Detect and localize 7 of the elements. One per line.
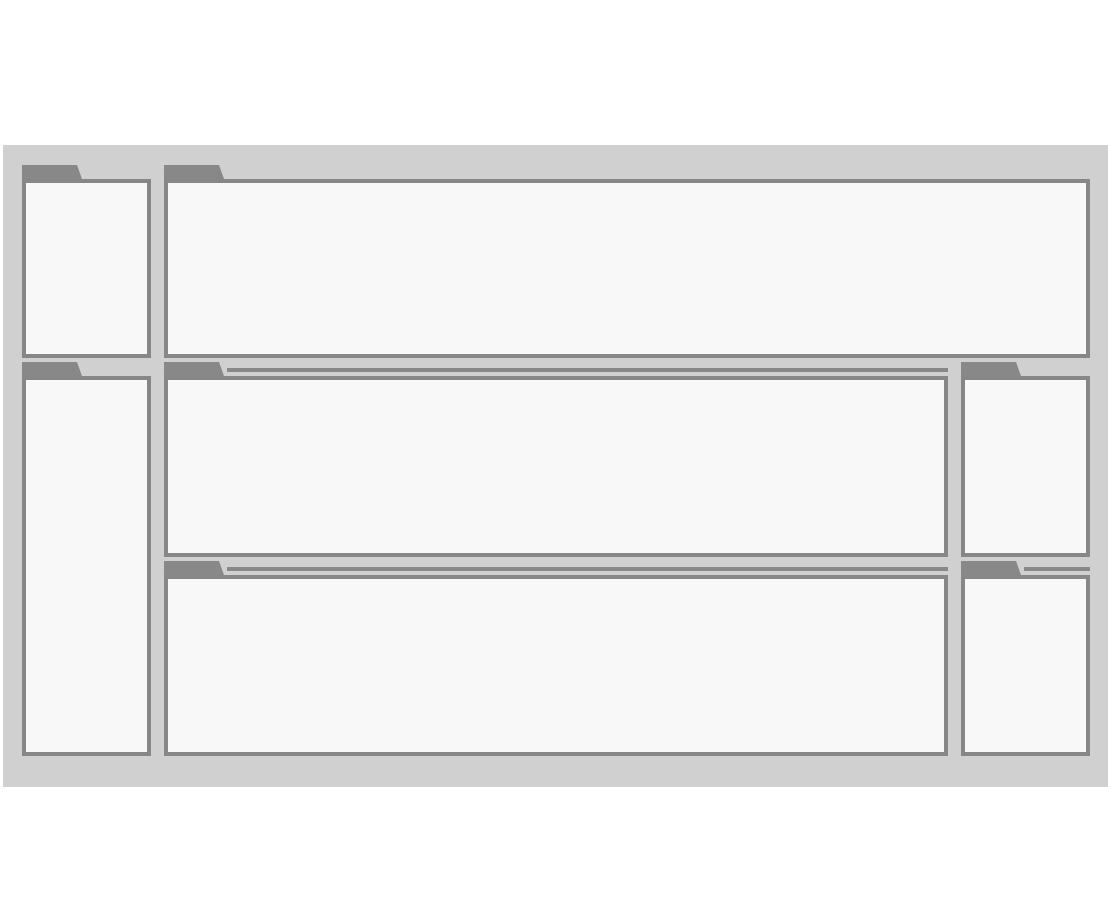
folder-tab [164,561,224,575]
folder-tab [961,362,1021,376]
folder-tab [22,362,82,376]
folder-tab [164,165,224,179]
folder-tab [961,561,1021,575]
folder-tab [164,362,224,376]
folder-tab [22,165,82,179]
